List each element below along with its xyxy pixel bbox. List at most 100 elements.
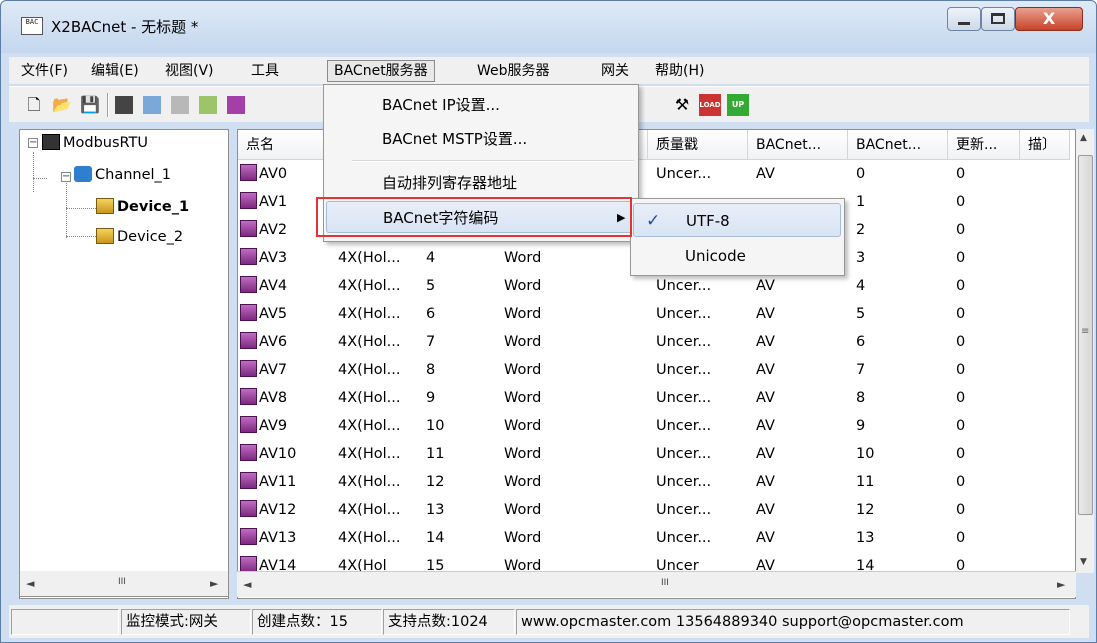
table-row[interactable]: AV6 4X(Hol... 7 Word Uncer... AV 6 0: [238, 330, 1058, 354]
scroll-right-icon[interactable]: ►: [1057, 578, 1065, 591]
maximize-button[interactable]: [981, 7, 1015, 31]
cell-text: AV: [756, 390, 775, 406]
save-icon[interactable]: 💾: [79, 94, 101, 116]
expand-toggle[interactable]: −: [61, 172, 71, 182]
list-horizontal-scrollbar[interactable]: ◄ III ►: [237, 571, 1076, 597]
column-header-quality[interactable]: 质量戳: [648, 130, 748, 160]
menu-web-server[interactable]: Web服务器: [471, 60, 556, 82]
scroll-left-icon[interactable]: ◄: [243, 578, 251, 591]
device-icon: [96, 198, 114, 214]
tree-line: [33, 152, 34, 192]
column-header-update[interactable]: 更新...: [948, 130, 1020, 160]
cell-text: 0: [956, 334, 966, 350]
cell-addr: 9: [418, 386, 496, 410]
cell-text: AV: [756, 306, 775, 322]
update-icon[interactable]: UP: [727, 94, 749, 116]
bacnet-object-icon[interactable]: [227, 96, 245, 114]
menu-bacnet-server[interactable]: BACnet服务器: [327, 60, 435, 82]
cell-inst: 2: [848, 218, 948, 242]
table-row[interactable]: AV9 4X(Hol... 10 Word Uncer... AV 9 0: [238, 414, 1058, 438]
cell-text: AV13: [259, 530, 297, 546]
analog-value-icon: [240, 332, 257, 349]
add-channel-icon[interactable]: [143, 96, 161, 114]
cell-text: 0: [956, 502, 966, 518]
encoding-submenu: ✓ UTF-8 Unicode: [630, 198, 845, 276]
scroll-right-icon[interactable]: ►: [210, 577, 218, 590]
cell-text: 0: [956, 446, 966, 462]
cell-quality: Uncer...: [648, 274, 748, 298]
cell-name: AV4: [238, 274, 330, 298]
table-row[interactable]: AV10 4X(Hol... 11 Word Uncer... AV 10 0: [238, 442, 1058, 466]
menu-help[interactable]: 帮助(H): [649, 60, 710, 82]
cell-reg: 4X(Hol...: [330, 302, 418, 326]
analog-value-icon: [240, 192, 257, 209]
scroll-down-icon[interactable]: ▼: [1080, 557, 1087, 567]
table-row[interactable]: AV8 4X(Hol... 9 Word Uncer... AV 8 0: [238, 386, 1058, 410]
analog-value-icon: [240, 416, 257, 433]
table-row[interactable]: AV4 4X(Hol... 5 Word Uncer... AV 4 0: [238, 274, 1058, 298]
edit-icon[interactable]: [199, 96, 217, 114]
menu-item-unicode[interactable]: Unicode: [633, 239, 841, 273]
cell-btype: AV: [748, 386, 848, 410]
cell-text: AV: [756, 334, 775, 350]
menu-view[interactable]: 视图(V): [159, 60, 220, 82]
cell-reg: 4X(Hol...: [330, 330, 418, 354]
cell-text: Word: [504, 530, 542, 546]
tree-device-1[interactable]: Device_1: [96, 196, 189, 218]
table-row[interactable]: AV13 4X(Hol... 14 Word Uncer... AV 13 0: [238, 526, 1058, 550]
cell-text: 5: [426, 278, 436, 294]
column-header-bacnet-type[interactable]: BACnet...: [748, 130, 848, 160]
menu-item-utf8[interactable]: ✓ UTF-8: [633, 203, 841, 237]
menu-file[interactable]: 文件(F): [15, 60, 74, 82]
cell-text: Word: [504, 446, 542, 462]
minimize-button[interactable]: [947, 7, 981, 31]
add-point-icon[interactable]: [171, 96, 189, 114]
cell-text: 0: [956, 222, 966, 238]
expand-toggle[interactable]: −: [28, 138, 38, 148]
title-bar[interactable]: BAC X2BACnet - 无标题 * X: [1, 1, 1096, 53]
tools-icon[interactable]: ⚒: [671, 94, 693, 116]
cell-text: AV11: [259, 474, 297, 490]
tree-horizontal-scrollbar[interactable]: ◄ III ►: [19, 571, 229, 597]
cell-addr: 13: [418, 498, 496, 522]
device-tree[interactable]: − ModbusRTU − Channel_1 Device_1 Device_…: [19, 129, 229, 599]
menu-tools[interactable]: 工具: [245, 60, 285, 82]
scroll-up-icon[interactable]: ▲: [1080, 133, 1087, 143]
menu-item-bacnet-ip[interactable]: BACnet IP设置...: [326, 89, 636, 121]
close-button[interactable]: X: [1015, 7, 1083, 31]
load-icon[interactable]: LOAD: [699, 94, 721, 116]
menu-edit[interactable]: 编辑(E): [85, 60, 145, 82]
menu-item-bacnet-mstp[interactable]: BACnet MSTP设置...: [326, 123, 636, 155]
analog-value-icon: [240, 388, 257, 405]
cell-text: 4X(Hol...: [338, 446, 401, 462]
table-row[interactable]: AV7 4X(Hol... 8 Word Uncer... AV 7 0: [238, 358, 1058, 382]
menu-item-label: UTF-8: [686, 212, 730, 230]
menu-item-auto-arrange[interactable]: 自动排列寄存器地址: [326, 167, 636, 199]
vertical-scrollbar[interactable]: ▲ ≡ ▼: [1076, 129, 1094, 573]
tree-channel[interactable]: Channel_1: [74, 164, 171, 186]
cell-addr: 11: [418, 442, 496, 466]
cell-text: 0: [956, 362, 966, 378]
cell-text: 4X(Hol...: [338, 334, 401, 350]
cell-text: 4X(Hol...: [338, 502, 401, 518]
column-header-bacnet-instance[interactable]: BACnet...: [848, 130, 948, 160]
open-icon[interactable]: 📂: [51, 94, 73, 116]
column-header-name[interactable]: 点名: [238, 130, 330, 160]
column-header-description[interactable]: 描〕: [1020, 130, 1070, 160]
cell-text: Uncer...: [656, 530, 712, 546]
add-device-icon[interactable]: [115, 96, 133, 114]
cell-text: Word: [504, 362, 542, 378]
table-row[interactable]: AV5 4X(Hol... 6 Word Uncer... AV 5 0: [238, 302, 1058, 326]
scroll-left-icon[interactable]: ◄: [26, 577, 34, 590]
table-row[interactable]: AV12 4X(Hol... 13 Word Uncer... AV 12 0: [238, 498, 1058, 522]
table-row[interactable]: AV11 4X(Hol... 12 Word Uncer... AV 11 0: [238, 470, 1058, 494]
cell-text: 0: [956, 166, 966, 182]
tree-root[interactable]: ModbusRTU: [42, 132, 148, 154]
new-icon[interactable]: 🗋: [23, 94, 45, 116]
tree-device-2[interactable]: Device_2: [96, 226, 183, 248]
menu-gateway[interactable]: 网关: [595, 60, 635, 82]
cell-reg: 4X(Hol...: [330, 246, 418, 270]
cell-name: AV11: [238, 470, 330, 494]
scroll-thumb[interactable]: ≡: [1078, 155, 1093, 515]
cell-type: Word: [496, 274, 598, 298]
